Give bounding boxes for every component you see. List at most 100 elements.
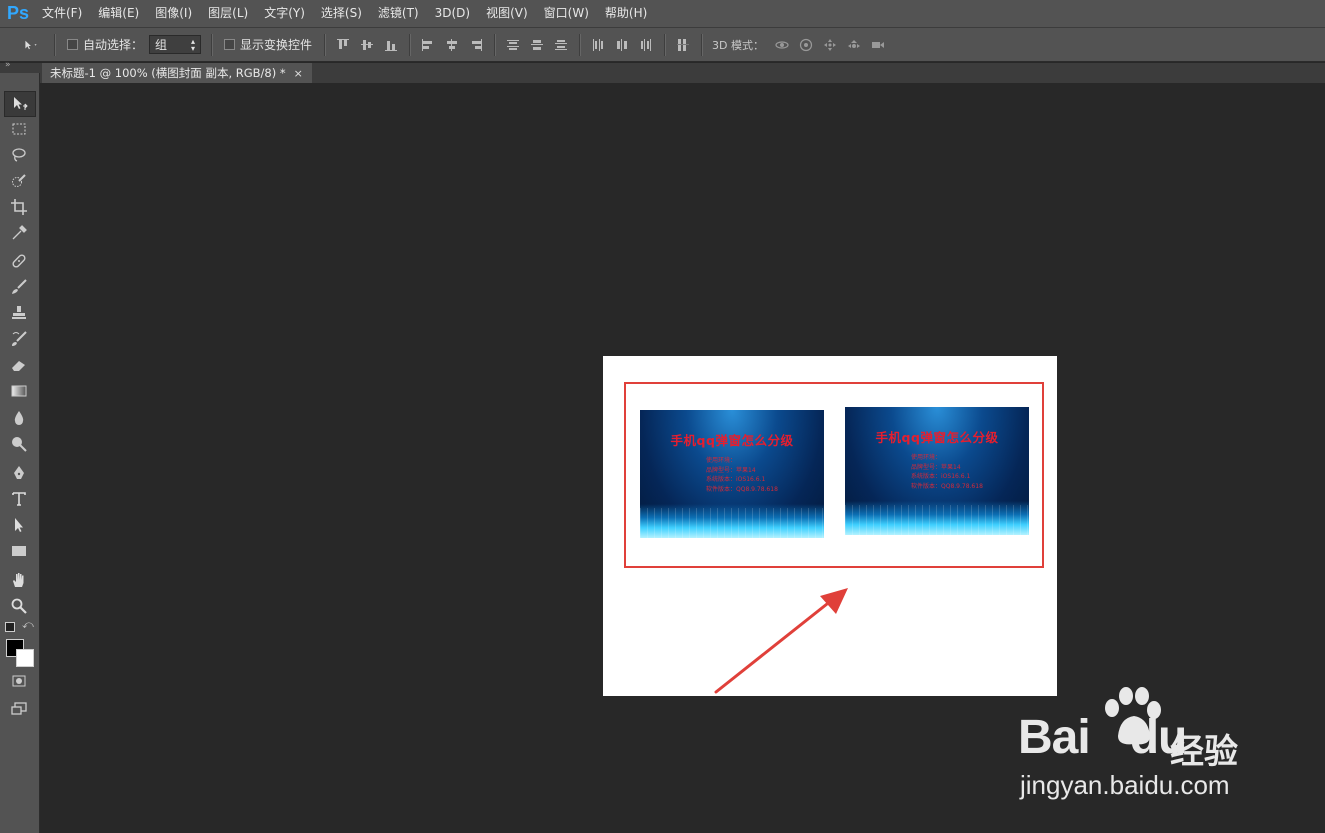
close-icon[interactable]: × bbox=[294, 67, 303, 80]
move-tool[interactable] bbox=[4, 91, 36, 117]
eyedropper-icon bbox=[12, 225, 27, 240]
screen-mode-button[interactable] bbox=[4, 697, 34, 721]
clone-stamp-tool[interactable] bbox=[4, 301, 34, 325]
marquee-icon bbox=[12, 123, 26, 135]
lasso-tool[interactable] bbox=[4, 143, 34, 167]
eraser-icon bbox=[12, 361, 25, 371]
watermark-url: jingyan.baidu.com bbox=[1020, 770, 1230, 800]
menu-layer[interactable]: 图层(L) bbox=[200, 0, 256, 27]
droplet-icon bbox=[14, 411, 24, 425]
menu-bar: Ps 文件(F) 编辑(E) 图像(I) 图层(L) 文字(Y) 选择(S) 滤… bbox=[0, 0, 1325, 27]
quick-selection-icon bbox=[12, 174, 26, 187]
brush-icon bbox=[12, 279, 27, 294]
auto-select-dropdown[interactable]: 组 ▴ ▾ bbox=[149, 35, 202, 54]
background-color-swatch[interactable] bbox=[16, 649, 34, 667]
menu-window[interactable]: 窗口(W) bbox=[536, 0, 597, 27]
3d-scale-icon[interactable] bbox=[866, 34, 890, 56]
default-colors-icon[interactable] bbox=[5, 622, 15, 632]
gradient-icon bbox=[11, 385, 27, 397]
tools-panel-header[interactable]: » bbox=[0, 60, 40, 73]
document-tab-title: 未标题-1 @ 100% (横图封面 副本, RGB/8) * bbox=[50, 66, 286, 80]
type-tool[interactable] bbox=[4, 487, 34, 511]
healing-brush-tool[interactable] bbox=[4, 249, 34, 273]
menu-type[interactable]: 文字(Y) bbox=[256, 0, 313, 27]
eyedropper-tool[interactable] bbox=[4, 221, 34, 245]
menu-select[interactable]: 选择(S) bbox=[313, 0, 370, 27]
auto-select-label: 自动选择： bbox=[83, 38, 144, 52]
menu-3d[interactable]: 3D(D) bbox=[427, 0, 478, 27]
3d-pan-icon[interactable] bbox=[818, 34, 842, 56]
menu-view[interactable]: 视图(V) bbox=[478, 0, 536, 27]
dodge-tool[interactable] bbox=[4, 432, 34, 456]
rectangle-icon bbox=[12, 546, 26, 556]
pen-icon bbox=[14, 466, 24, 479]
quick-mask-button[interactable] bbox=[4, 669, 34, 693]
align-vcenter-icon[interactable] bbox=[355, 34, 379, 56]
annotation-arrow bbox=[714, 588, 848, 694]
distribute-top-icon[interactable] bbox=[501, 34, 525, 56]
auto-select-value: 组 bbox=[155, 38, 168, 52]
gradient-tool[interactable] bbox=[4, 379, 34, 403]
hand-tool[interactable] bbox=[4, 568, 34, 592]
menu-edit[interactable]: 编辑(E) bbox=[90, 0, 147, 27]
photoshop-logo: Ps bbox=[6, 3, 30, 23]
align-bottom-icon[interactable] bbox=[379, 34, 403, 56]
auto-select-checkbox[interactable] bbox=[67, 39, 78, 50]
options-bar: 自动选择： 组 ▴ ▾ 显示变换控件 3D 模式： bbox=[0, 27, 1325, 62]
watermark-jingyan-text: 经验 bbox=[1170, 732, 1238, 772]
distribute-right-icon[interactable] bbox=[634, 34, 658, 56]
history-brush-icon bbox=[12, 331, 27, 346]
3d-mode-label: 3D 模式： bbox=[712, 38, 764, 52]
eraser-tool[interactable] bbox=[4, 353, 34, 377]
quick-mask-icon bbox=[12, 675, 26, 687]
zoom-icon bbox=[11, 598, 27, 614]
align-left-icon[interactable] bbox=[416, 34, 440, 56]
bandage-icon bbox=[12, 254, 26, 268]
collapse-chevron-icon[interactable]: » bbox=[5, 60, 11, 70]
document-tab[interactable]: 未标题-1 @ 100% (横图封面 副本, RGB/8) * × bbox=[42, 63, 312, 83]
3d-rotate-icon[interactable] bbox=[770, 34, 794, 56]
brush-tool[interactable] bbox=[4, 275, 34, 299]
crop-icon bbox=[11, 199, 27, 215]
path-selection-icon bbox=[15, 518, 23, 532]
align-top-icon[interactable] bbox=[331, 34, 355, 56]
dodge-icon bbox=[12, 437, 27, 452]
auto-align-layers-icon[interactable] bbox=[671, 34, 695, 56]
baidu-jingyan-watermark: Bai du 经验 jingyan.baidu.com bbox=[1012, 687, 1272, 808]
distribute-vcenter-icon[interactable] bbox=[525, 34, 549, 56]
type-icon bbox=[12, 492, 26, 506]
stamp-icon bbox=[12, 306, 26, 319]
zoom-tool[interactable] bbox=[4, 594, 34, 618]
history-brush-tool[interactable] bbox=[4, 327, 34, 351]
menu-file[interactable]: 文件(F) bbox=[34, 0, 90, 27]
menu-help[interactable]: 帮助(H) bbox=[597, 0, 655, 27]
distribute-bottom-icon[interactable] bbox=[549, 34, 573, 56]
3d-slide-icon[interactable] bbox=[842, 34, 866, 56]
lasso-icon bbox=[12, 148, 26, 162]
rectangle-tool[interactable] bbox=[4, 539, 34, 563]
distribute-left-icon[interactable] bbox=[586, 34, 610, 56]
document-tab-bar: 未标题-1 @ 100% (横图封面 副本, RGB/8) * × bbox=[40, 63, 1325, 83]
menu-image[interactable]: 图像(I) bbox=[147, 0, 200, 27]
watermark-baidu-text: Bai du bbox=[1018, 711, 1187, 764]
move-tool-preset-icon[interactable] bbox=[14, 34, 48, 56]
dropdown-arrows-icon: ▴ ▾ bbox=[191, 36, 196, 53]
align-hcenter-icon[interactable] bbox=[440, 34, 464, 56]
pen-tool[interactable] bbox=[4, 461, 34, 485]
tools-panel: ⤺ bbox=[0, 73, 40, 833]
3d-roll-icon[interactable] bbox=[794, 34, 818, 56]
swap-colors-icon[interactable]: ⤺ bbox=[22, 618, 34, 632]
crop-tool[interactable] bbox=[4, 195, 34, 219]
align-right-icon[interactable] bbox=[464, 34, 488, 56]
distribute-hcenter-icon[interactable] bbox=[610, 34, 634, 56]
path-selection-tool[interactable] bbox=[4, 513, 34, 537]
marquee-tool[interactable] bbox=[4, 117, 34, 141]
screen-mode-icon bbox=[11, 702, 27, 715]
move-icon bbox=[14, 97, 28, 110]
hand-icon bbox=[13, 573, 24, 587]
blur-tool[interactable] bbox=[4, 406, 34, 430]
quick-selection-tool[interactable] bbox=[4, 169, 34, 193]
menu-filter[interactable]: 滤镜(T) bbox=[370, 0, 427, 27]
show-transform-label: 显示变换控件 bbox=[240, 38, 313, 52]
show-transform-checkbox[interactable] bbox=[224, 39, 236, 50]
